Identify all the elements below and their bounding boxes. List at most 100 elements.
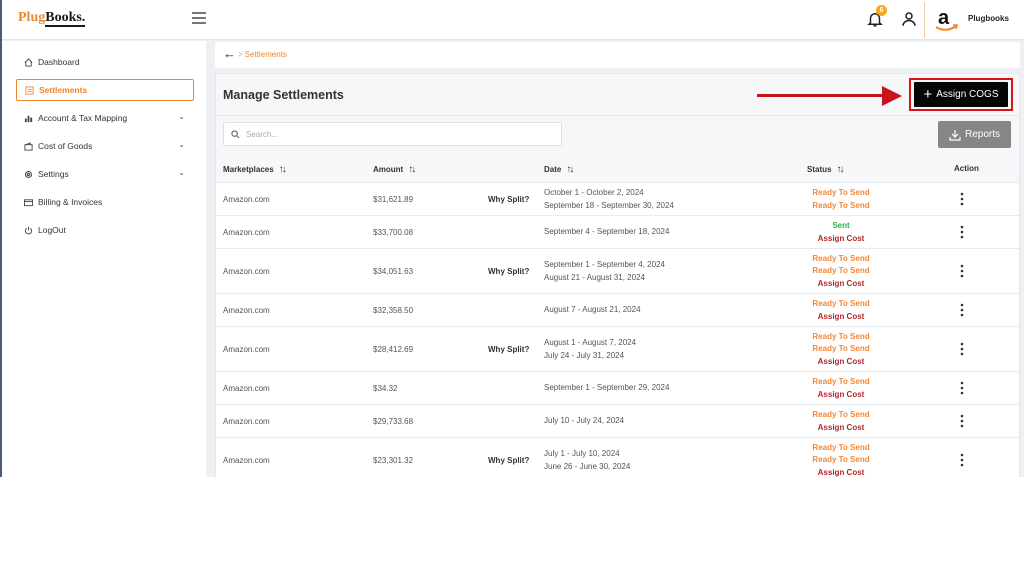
- page-title: Manage Settlements: [223, 88, 344, 102]
- search-icon: [231, 129, 240, 138]
- sidebar-item-billing-invoices[interactable]: Billing & Invoices: [16, 191, 194, 213]
- reports-button[interactable]: Reports: [938, 121, 1011, 148]
- assign-cost-link[interactable]: Assign Cost: [756, 422, 926, 435]
- date-cell: August 7 - August 21, 2024: [544, 304, 641, 317]
- why-split-link[interactable]: Why Split?: [488, 195, 529, 204]
- amount-cell: $34,051.63: [373, 266, 414, 276]
- date-cell: October 1 - October 2, 2024 September 18 …: [544, 187, 674, 212]
- marketplace-cell: Amazon.com: [223, 227, 270, 237]
- date-cell: August 1 - August 7, 2024 July 24 - July …: [544, 337, 636, 362]
- kebab-menu-icon[interactable]: [958, 342, 966, 356]
- date-range: August 1 - August 7, 2024: [544, 338, 637, 347]
- status-badge-ready[interactable]: Ready To Send: [756, 253, 926, 266]
- status-cell: Ready To Send Ready To Send Assign Cost: [756, 253, 926, 291]
- sidebar-item-dashboard[interactable]: Dashboard: [16, 51, 194, 73]
- marketplace-cell: Amazon.com: [223, 305, 270, 315]
- topbar-divider: [924, 2, 925, 38]
- sidebar-item-label: Settings: [38, 169, 69, 179]
- status-badge-ready[interactable]: Ready To Send: [756, 331, 926, 344]
- status-cell: Ready To Send Assign Cost: [756, 376, 926, 401]
- sidebar-item-label: LogOut: [38, 225, 66, 235]
- status-badge-ready[interactable]: Ready To Send: [756, 376, 926, 389]
- sort-icon: ↑↓: [566, 164, 574, 175]
- assign-cost-link[interactable]: Assign Cost: [756, 389, 926, 402]
- header-label: Marketplaces: [223, 165, 274, 174]
- kebab-menu-icon[interactable]: [958, 225, 966, 239]
- settlements-card: Manage Settlements + Assign COGS Reports…: [215, 73, 1020, 477]
- chevron-down-icon: ⌄: [178, 112, 185, 121]
- kebab-menu-icon[interactable]: [958, 303, 966, 317]
- date-cell: September 1 - September 29, 2024: [544, 382, 669, 395]
- kebab-menu-icon[interactable]: [958, 192, 966, 206]
- date-range: July 10 - July 24, 2024: [544, 416, 625, 426]
- status-cell: Ready To Send Assign Cost: [756, 409, 926, 434]
- column-header-action: Action: [954, 164, 979, 173]
- logo-plug-text: Plug: [18, 10, 46, 25]
- status-badge-ready[interactable]: Ready To Send: [756, 454, 926, 467]
- status-badge-ready[interactable]: Ready To Send: [756, 200, 926, 213]
- sidebar-item-label: Dashboard: [38, 57, 80, 67]
- search-box[interactable]: [223, 122, 562, 146]
- marketplace-cell: Amazon.com: [223, 383, 270, 393]
- sidebar-item-cost-of-goods[interactable]: Cost of Goods ⌄: [16, 135, 194, 157]
- plugbooks-logo[interactable]: PlugBooks.: [18, 10, 86, 27]
- sidebar-item-account-tax-mapping[interactable]: Account & Tax Mapping ⌄: [16, 107, 194, 129]
- breadcrumb: ← > Settlements: [215, 42, 1020, 68]
- status-badge-ready[interactable]: Ready To Send: [756, 265, 926, 278]
- header-label: Action: [954, 164, 979, 173]
- column-header-status[interactable]: Status ↑↓: [807, 164, 844, 175]
- column-header-amount[interactable]: Amount ↑↓: [373, 164, 416, 175]
- assign-cost-link[interactable]: Assign Cost: [756, 311, 926, 324]
- assign-cost-link[interactable]: Assign Cost: [756, 356, 926, 369]
- back-arrow-icon[interactable]: ←: [223, 47, 236, 61]
- sidebar: Dashboard Settlements Account & Tax Mapp…: [2, 41, 206, 477]
- status-badge-ready[interactable]: Ready To Send: [756, 442, 926, 455]
- kebab-menu-icon[interactable]: [958, 414, 966, 428]
- status-badge-ready[interactable]: Ready To Send: [756, 298, 926, 311]
- column-header-date[interactable]: Date ↑↓: [544, 164, 574, 175]
- assign-cogs-button[interactable]: + Assign COGS: [914, 82, 1008, 107]
- table-row: Amazon.com $33,700.08 September 4 - Septem…: [216, 216, 1019, 249]
- sidebar-item-logout[interactable]: LogOut: [16, 219, 194, 241]
- why-split-link[interactable]: Why Split?: [488, 456, 529, 465]
- breadcrumb-settlements[interactable]: > Settlements: [238, 50, 287, 59]
- amount-cell: $28,412.69: [373, 344, 414, 354]
- assign-cost-link[interactable]: Assign Cost: [756, 233, 926, 246]
- sidebar-item-settings[interactable]: Settings ⌄: [16, 163, 194, 185]
- menu-toggle-icon[interactable]: [192, 12, 206, 24]
- home-icon: [23, 57, 33, 67]
- column-header-marketplaces[interactable]: Marketplaces ↑↓: [223, 164, 287, 175]
- date-range: August 21 - August 31, 2024: [544, 272, 645, 282]
- table-row: Amazon.com $32,358.50 August 7 - August 21…: [216, 294, 1019, 327]
- status-badge-ready[interactable]: Ready To Send: [756, 409, 926, 422]
- kebab-menu-icon[interactable]: [958, 453, 966, 467]
- header-label: Amount: [373, 165, 404, 174]
- kebab-menu-icon[interactable]: [958, 264, 966, 278]
- date-range: September 18 - September 30, 2024: [544, 200, 674, 210]
- sidebar-item-settlements[interactable]: Settlements: [16, 79, 194, 101]
- account-name[interactable]: Plugbooks: [968, 14, 1009, 23]
- date-cell: September 1 - September 4, 2024 August 21…: [544, 259, 665, 284]
- amount-cell: $33,700.08: [373, 227, 414, 237]
- date-range: September 1 - September 29, 2024: [544, 383, 670, 393]
- search-input[interactable]: [246, 129, 546, 139]
- why-split-link[interactable]: Why Split?: [488, 267, 529, 276]
- header-label: Date: [544, 165, 562, 174]
- table-header: Marketplaces ↑↓ Amount ↑↓ Date ↑↓ Status ↑↓ …: [216, 155, 1019, 183]
- status-badge-ready[interactable]: Ready To Send: [756, 343, 926, 356]
- plus-icon: +: [923, 85, 933, 103]
- top-bar: PlugBooks. 6 a Plugbooks: [2, 0, 1024, 40]
- assign-cost-link[interactable]: Assign Cost: [756, 278, 926, 291]
- date-range: October 1 - October 2, 2024: [544, 188, 644, 197]
- assign-cost-link[interactable]: Assign Cost: [756, 467, 926, 477]
- table-row: Amazon.com $29,733.68 July 10 - July 24, 2…: [216, 405, 1019, 438]
- user-icon[interactable]: [900, 10, 918, 28]
- power-icon: [23, 225, 33, 235]
- amount-cell: $31,621.89: [373, 194, 414, 204]
- status-badge-ready[interactable]: Ready To Send: [756, 187, 926, 200]
- why-split-link[interactable]: Why Split?: [488, 345, 529, 354]
- table-row: Amazon.com $28,412.69 Why Split? August 1 -…: [216, 327, 1019, 372]
- status-badge-sent: Sent: [832, 221, 850, 230]
- kebab-menu-icon[interactable]: [958, 381, 966, 395]
- date-cell: July 10 - July 24, 2024: [544, 415, 624, 428]
